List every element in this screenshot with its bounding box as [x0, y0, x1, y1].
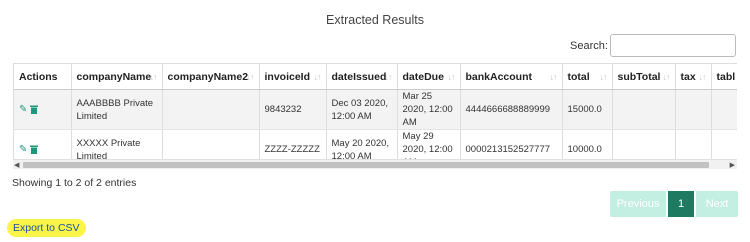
column-header-total[interactable]: total ↓↑ [562, 63, 613, 90]
cell-companyname: AAABBBB Private Limited [71, 89, 163, 130]
sort-icon: ↓↑ [384, 72, 393, 82]
page-title: Extracted Results [326, 13, 424, 27]
sort-icon: ↓↑ [549, 72, 558, 82]
table-row: ✎ AAABBBB Private Limited 9843232 Dec 03… [14, 89, 737, 130]
column-header-invoiceid[interactable]: invoiceId ↓↑ [259, 63, 327, 90]
table-info: Showing 1 to 2 of 2 entries [12, 177, 137, 189]
page-1-button[interactable]: 1 [668, 191, 694, 217]
scroll-left-arrow-icon[interactable]: ◀ [14, 161, 19, 169]
cell-tabl [711, 129, 737, 161]
results-table-container: Actions companyName ↓↑ companyName2 ↓↑ inv… [13, 63, 737, 161]
previous-button[interactable]: Previous [610, 191, 666, 217]
column-header-tabl[interactable]: tabl [711, 63, 737, 90]
sort-icon: ↓↑ [599, 72, 608, 82]
column-header-bankaccount[interactable]: bankAccount ↓↑ [460, 63, 563, 90]
cell-subtotal [612, 89, 676, 130]
cell-total: 10000.0 [562, 129, 613, 161]
edit-icon[interactable]: ✎ [19, 105, 29, 115]
trash-icon[interactable] [30, 105, 38, 114]
search-label: Search: [570, 40, 608, 52]
cell-companyname2 [162, 129, 260, 161]
cell-tabl [711, 89, 737, 130]
next-button[interactable]: Next [696, 191, 738, 217]
sort-icon: ↓↑ [698, 72, 707, 82]
cell-bankaccount: 0000213152527777 [460, 129, 563, 161]
scrollbar-thumb[interactable] [23, 162, 709, 168]
cell-dateissued: May 20 2020, 12:00 AM [326, 129, 398, 161]
horizontal-scrollbar[interactable]: ◀ ▶ [13, 159, 737, 169]
actions-cell: ✎ [14, 89, 72, 130]
cell-tax [675, 89, 712, 130]
cell-companyname2 [162, 89, 260, 130]
actions-cell: ✎ [14, 129, 72, 161]
cell-bankaccount: 4444666688889999 [460, 89, 563, 130]
column-header-dateissued[interactable]: dateIssued ↓↑ [326, 63, 398, 90]
cell-invoiceid: ZZZZ-ZZZZZ [259, 129, 327, 161]
cell-invoiceid: 9843232 [259, 89, 327, 130]
column-header-tax[interactable]: tax ↓↑ [675, 63, 712, 90]
table-header-row: Actions companyName ↓↑ companyName2 ↓↑ inv… [14, 63, 737, 90]
table-row: ✎ XXXXX Private Limited ZZZZ-ZZZZZ May 2… [14, 129, 737, 161]
trash-icon[interactable] [30, 145, 38, 154]
cell-companyname: XXXXX Private Limited [71, 129, 163, 161]
export-csv-link[interactable]: Export to CSV [7, 219, 86, 237]
cell-subtotal [612, 129, 676, 161]
cell-dateissued: Dec 03 2020, 12:00 AM [326, 89, 398, 130]
edit-icon[interactable]: ✎ [19, 145, 29, 155]
column-header-datedue[interactable]: dateDue ↓↑ [397, 63, 461, 90]
search-input[interactable] [610, 34, 736, 57]
pagination: Previous 1 Next [610, 191, 738, 217]
cell-datedue: May 29 2020, 12:00 AM [397, 129, 461, 161]
scroll-right-arrow-icon[interactable]: ▶ [730, 161, 735, 169]
sort-icon: ↓↑ [447, 72, 456, 82]
column-header-companyname2[interactable]: companyName2 ↓↑ [162, 63, 260, 90]
cell-total: 15000.0 [562, 89, 613, 130]
cell-datedue: Mar 25 2020, 12:00 AM [397, 89, 461, 130]
sort-icon: ↓↑ [313, 72, 322, 82]
sort-icon: ↓↑ [149, 72, 158, 82]
column-header-subtotal[interactable]: subTotal ↓↑ [612, 63, 676, 90]
cell-tax [675, 129, 712, 161]
sort-icon: ↓↑ [662, 72, 671, 82]
results-table: Actions companyName ↓↑ companyName2 ↓↑ inv… [14, 63, 737, 161]
column-header-companyname[interactable]: companyName ↓↑ [71, 63, 163, 90]
sort-icon: ↓↑ [246, 72, 255, 82]
column-header-actions: Actions [14, 63, 72, 90]
